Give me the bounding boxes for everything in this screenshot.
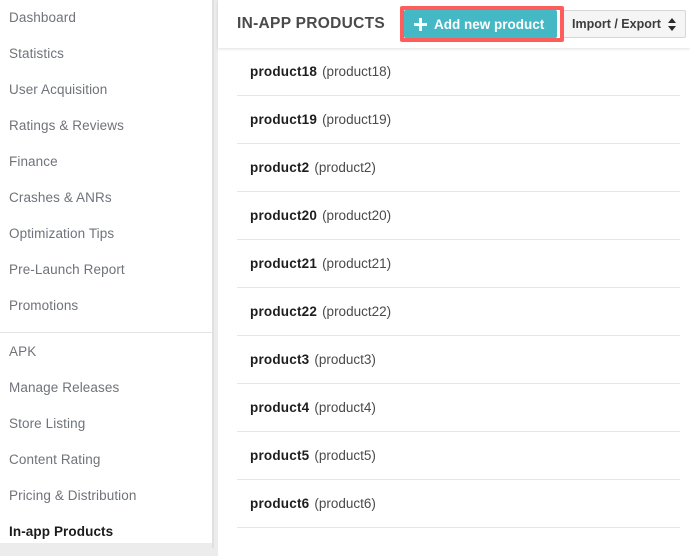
sidebar-item-label: In-app Products xyxy=(9,524,114,539)
product-name: product19 xyxy=(250,112,318,127)
sidebar-item-label: Crashes & ANRs xyxy=(9,190,112,205)
sidebar-group-primary: Dashboard Statistics User Acquisition Ratin… xyxy=(0,0,212,324)
add-new-product-button[interactable]: Add new product xyxy=(404,10,558,38)
sidebar-item-label: Manage Releases xyxy=(9,380,120,395)
product-row[interactable]: product3 (product3) xyxy=(237,336,680,384)
sidebar-item-content-rating[interactable]: Content Rating xyxy=(0,442,212,478)
sidebar-item-label: Statistics xyxy=(9,46,65,61)
product-sku: (product19) xyxy=(322,112,392,127)
product-name: product2 xyxy=(250,160,310,175)
product-name: product20 xyxy=(250,208,318,223)
import-export-button[interactable]: Import / Export xyxy=(563,10,686,38)
product-sku: (product3) xyxy=(314,352,376,367)
sort-updown-icon xyxy=(667,17,677,31)
sidebar-group-store: APK Manage Releases Store Listing Content R… xyxy=(0,332,212,550)
sidebar-item-label: Content Rating xyxy=(9,452,101,467)
sidebar-item-label: User Acquisition xyxy=(9,82,108,97)
product-name: product3 xyxy=(250,352,310,367)
sidebar-item-label: APK xyxy=(9,344,37,359)
product-sku: (product4) xyxy=(314,400,376,415)
in-app-product-list: product18 (product18) product19 (product19)… xyxy=(218,48,690,528)
product-sku: (product22) xyxy=(322,304,392,319)
sidebar-bottom-filler xyxy=(0,543,212,556)
import-export-label: Import / Export xyxy=(572,17,661,31)
sidebar-item-label: Store Listing xyxy=(9,416,86,431)
product-sku: (product2) xyxy=(314,160,376,175)
sidebar-item-finance[interactable]: Finance xyxy=(0,144,212,180)
sidebar-right-border xyxy=(212,0,214,548)
product-name: product5 xyxy=(250,448,310,463)
product-row[interactable]: product2 (product2) xyxy=(237,144,680,192)
product-name: product22 xyxy=(250,304,318,319)
sidebar-item-optimization-tips[interactable]: Optimization Tips xyxy=(0,216,212,252)
page-header: IN-APP PRODUCTS Add new product Import /… xyxy=(218,0,690,48)
product-name: product4 xyxy=(250,400,310,415)
sidebar-item-apk[interactable]: APK xyxy=(0,334,212,370)
sidebar-item-label: Optimization Tips xyxy=(9,226,115,241)
page-title: IN-APP PRODUCTS xyxy=(237,15,386,32)
product-name: product21 xyxy=(250,256,318,271)
add-new-product-label: Add new product xyxy=(434,16,545,32)
product-sku: (product6) xyxy=(314,496,376,511)
product-row[interactable]: product20 (product20) xyxy=(237,192,680,240)
sidebar-item-ratings-reviews[interactable]: Ratings & Reviews xyxy=(0,108,212,144)
sidebar-item-label: Pricing & Distribution xyxy=(9,488,137,503)
content-card: IN-APP PRODUCTS Add new product Import /… xyxy=(218,0,690,556)
sidebar-item-manage-releases[interactable]: Manage Releases xyxy=(0,370,212,406)
sidebar-item-promotions[interactable]: Promotions xyxy=(0,288,212,324)
sidebar-item-crashes-anrs[interactable]: Crashes & ANRs xyxy=(0,180,212,216)
sidebar-item-user-acquisition[interactable]: User Acquisition xyxy=(0,72,212,108)
product-row[interactable]: product6 (product6) xyxy=(237,480,680,528)
sidebar-item-pricing-distribution[interactable]: Pricing & Distribution xyxy=(0,478,212,514)
product-name: product18 xyxy=(250,64,318,79)
product-row[interactable]: product4 (product4) xyxy=(237,384,680,432)
sidebar-item-store-listing[interactable]: Store Listing xyxy=(0,406,212,442)
sidebar-item-pre-launch-report[interactable]: Pre-Launch Report xyxy=(0,252,212,288)
sidebar: Dashboard Statistics User Acquisition Ratin… xyxy=(0,0,212,550)
product-sku: (product18) xyxy=(322,64,392,79)
product-name: product6 xyxy=(250,496,310,511)
product-row[interactable]: product5 (product5) xyxy=(237,432,680,480)
product-sku: (product21) xyxy=(322,256,392,271)
sidebar-item-label: Pre-Launch Report xyxy=(9,262,125,277)
sidebar-item-statistics[interactable]: Statistics xyxy=(0,36,212,72)
sidebar-item-label: Promotions xyxy=(9,298,79,313)
sidebar-item-label: Dashboard xyxy=(9,10,76,25)
product-row[interactable]: product21 (product21) xyxy=(237,240,680,288)
product-sku: (product20) xyxy=(322,208,392,223)
product-sku: (product5) xyxy=(314,448,376,463)
sidebar-item-label: Ratings & Reviews xyxy=(9,118,124,133)
plus-icon xyxy=(414,17,427,31)
product-row[interactable]: product22 (product22) xyxy=(237,288,680,336)
product-row[interactable]: product19 (product19) xyxy=(237,96,680,144)
sidebar-item-label: Finance xyxy=(9,154,58,169)
sidebar-item-dashboard[interactable]: Dashboard xyxy=(0,0,212,36)
product-row[interactable]: product18 (product18) xyxy=(237,48,680,96)
